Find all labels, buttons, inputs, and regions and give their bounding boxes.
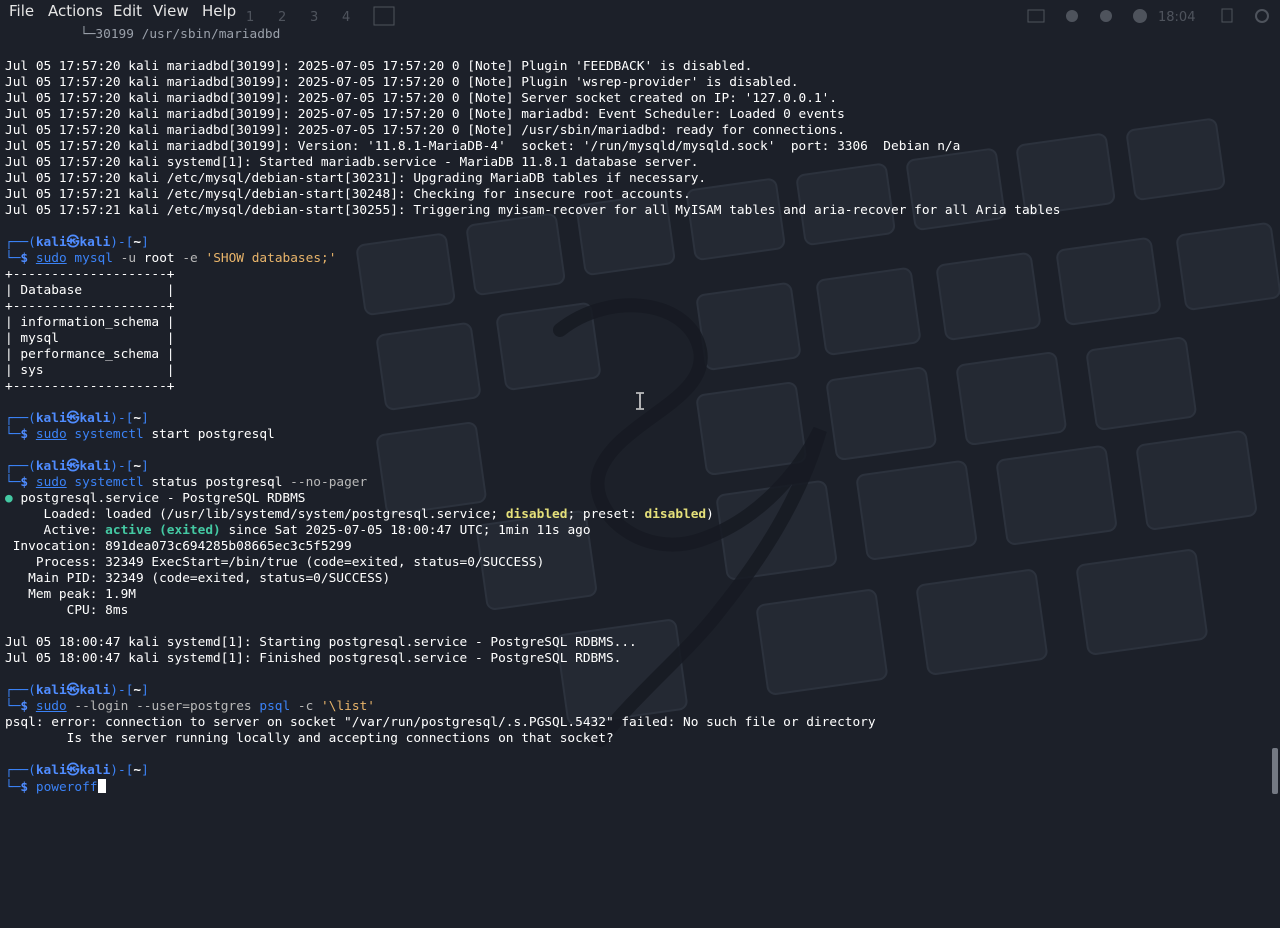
table-border: +--------------------+ — [5, 379, 175, 394]
error-line: psql: error: connection to server on soc… — [5, 715, 876, 730]
log-line: Jul 05 17:57:20 kali mariadbd[30199]: 20… — [5, 75, 799, 90]
status-cpu: CPU: 8ms — [5, 603, 129, 618]
status-invocation: Invocation: 891dea073c694285b08665ec3c5f… — [5, 539, 352, 554]
menu-view[interactable]: View — [153, 2, 189, 20]
table-row: | mysql | — [5, 331, 175, 346]
menu-help[interactable]: Help — [202, 2, 236, 20]
command-line: └─$ sudo systemctl start postgresql — [5, 427, 275, 442]
log-line: Jul 05 17:57:20 kali mariadbd[30199]: 20… — [5, 59, 753, 74]
prompt-header: ┌──(kali㉿kali)-[~] — [5, 683, 149, 698]
status-process: Process: 32349 ExecStart=/bin/true (code… — [5, 555, 545, 570]
log-line: Jul 05 17:57:21 kali /etc/mysql/debian-s… — [5, 187, 691, 202]
prompt-header: ┌──(kali㉿kali)-[~] — [5, 235, 149, 250]
command-line: └─$ sudo --login --user=postgres psql -c… — [5, 699, 375, 714]
log-line: Jul 05 17:57:20 kali /etc/mysql/debian-s… — [5, 171, 707, 186]
terminal-menubar: File Actions Edit View Help — [0, 0, 1280, 24]
status-active: Active: active (exited) since Sat 2025-0… — [5, 523, 591, 538]
text-cursor — [97, 779, 106, 793]
log-line: Jul 05 18:00:47 kali systemd[1]: Finishe… — [5, 651, 622, 666]
status-loaded: Loaded: loaded (/usr/lib/systemd/system/… — [5, 507, 714, 522]
log-line: Jul 05 17:57:20 kali mariadbd[30199]: 20… — [5, 123, 845, 138]
menu-file[interactable]: File — [9, 2, 34, 20]
table-row: | performance_schema | — [5, 347, 175, 362]
log-line: Jul 05 17:57:20 kali systemd[1]: Started… — [5, 155, 699, 170]
log-line: Jul 05 17:57:21 kali /etc/mysql/debian-s… — [5, 203, 1061, 218]
log-line: Jul 05 17:57:20 kali mariadbd[30199]: Ve… — [5, 139, 961, 154]
prompt-header: ┌──(kali㉿kali)-[~] — [5, 763, 149, 778]
table-border: +--------------------+ — [5, 267, 175, 282]
command-input-line[interactable]: └─$ poweroff — [5, 779, 106, 795]
ibeam-cursor-icon — [636, 392, 644, 410]
log-line: Jul 05 18:00:47 kali systemd[1]: Startin… — [5, 635, 637, 650]
table-row: | information_schema | — [5, 315, 175, 330]
prompt-header: ┌──(kali㉿kali)-[~] — [5, 459, 149, 474]
prompt-header: ┌──(kali㉿kali)-[~] — [5, 411, 149, 426]
table-row: | sys | — [5, 363, 175, 378]
status-mempeak: Mem peak: 1.9M — [5, 587, 136, 602]
command-line: └─$ sudo systemctl status postgresql --n… — [5, 475, 368, 490]
terminal-scrollbar[interactable] — [1272, 748, 1278, 794]
menu-actions[interactable]: Actions — [48, 2, 103, 20]
table-header: | Database | — [5, 283, 175, 298]
table-border: +--------------------+ — [5, 299, 175, 314]
menu-edit[interactable]: Edit — [113, 2, 142, 20]
status-dot-icon: ● — [5, 491, 13, 506]
log-line: Jul 05 17:57:20 kali mariadbd[30199]: 20… — [5, 91, 838, 106]
status-mainpid: Main PID: 32349 (code=exited, status=0/S… — [5, 571, 391, 586]
command-line: └─$ sudo mysql -u root -e 'SHOW database… — [5, 251, 337, 266]
log-line: Jul 05 17:57:20 kali mariadbd[30199]: 20… — [5, 107, 845, 122]
status-unit: ● postgresql.service - PostgreSQL RDBMS — [5, 491, 306, 506]
error-line: Is the server running locally and accept… — [5, 731, 614, 746]
